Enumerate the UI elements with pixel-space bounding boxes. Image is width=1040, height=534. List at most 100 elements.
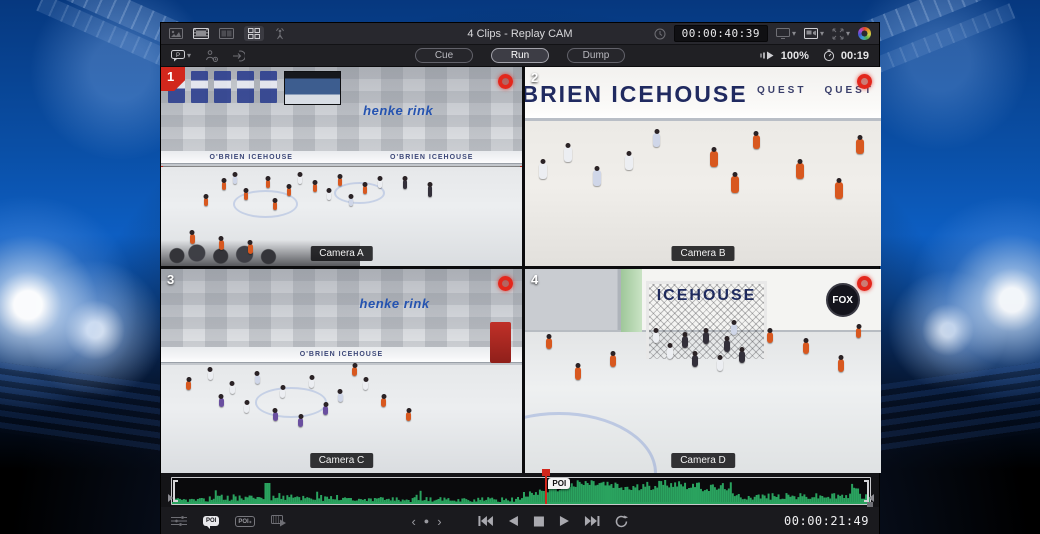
play-reverse-button[interactable]: [508, 515, 520, 527]
titlebar-right: 00:00:40:39 ▾ ▾ ▾: [654, 25, 871, 42]
jog-back-icon[interactable]: ‹: [411, 515, 415, 528]
player-marker: [403, 180, 407, 189]
poi-flag-label: POI: [548, 478, 570, 489]
camera-view-3[interactable]: henke rink O'BRIEN ICEHOUSE 3 Camera C: [161, 269, 522, 473]
record-indicator: [498, 276, 513, 291]
player-marker: [710, 151, 718, 167]
clip-timecode: 00:00:21:49: [784, 514, 869, 528]
jog-dot-icon[interactable]: ●: [424, 516, 429, 526]
filmstrip-icon[interactable]: [193, 28, 209, 39]
jog-control[interactable]: ‹ ● ›: [411, 515, 441, 528]
cue-button[interactable]: Cue: [415, 48, 473, 63]
transport-left-icons: POI POI₊: [171, 515, 288, 527]
skip-start-button[interactable]: [478, 515, 494, 527]
player-marker: [682, 336, 688, 348]
broadcast-icon[interactable]: [274, 28, 286, 40]
player-marker: [753, 135, 760, 149]
poi-menu-icon[interactable]: P▾: [171, 50, 191, 62]
player-marker: [575, 367, 581, 380]
media-pool-icon[interactable]: [169, 28, 183, 39]
speed-icon: [760, 50, 775, 61]
player-marker: [233, 176, 237, 184]
loop-button[interactable]: [615, 515, 629, 528]
camera-view-2[interactable]: BRIEN ICEHOUSE QUEST QUEST 2 Camera B: [525, 67, 881, 266]
players-layer: [161, 269, 522, 473]
player-marker: [313, 184, 317, 192]
players-layer: [525, 269, 881, 473]
stop-button[interactable]: [534, 516, 545, 527]
player-marker: [287, 188, 291, 196]
export-icon[interactable]: [232, 50, 245, 62]
audio-waveform: [172, 478, 870, 504]
play-button[interactable]: [559, 515, 571, 527]
countdown-timer[interactable]: 00:19: [841, 50, 869, 62]
player-marker: [856, 328, 861, 338]
player-marker: [703, 332, 709, 344]
jog-forward-icon[interactable]: ›: [437, 515, 441, 528]
player-marker: [349, 198, 353, 206]
color-wheel-icon[interactable]: [858, 27, 871, 40]
camera-view-1[interactable]: henke rink O'BRIEN ICEHOUSE O'BRIEN ICEH…: [161, 67, 522, 266]
player-marker: [564, 147, 572, 162]
automation-icon[interactable]: [171, 515, 187, 527]
camera-label: Camera B: [671, 246, 734, 261]
camera-label: Camera D: [671, 453, 735, 468]
player-marker: [653, 332, 659, 343]
player-marker: [803, 342, 809, 354]
clip-icon[interactable]: [219, 28, 234, 39]
transform-icon[interactable]: ▾: [832, 28, 850, 40]
player-marker: [731, 324, 737, 335]
replay-toolbar: P▾ Cue Run Dump 100%: [161, 45, 879, 67]
desktop-background: 4 Clips - Replay CAM 00:00:40:39 ▾ ▾ ▾: [0, 0, 1040, 534]
user-sync-icon[interactable]: [205, 50, 218, 62]
player-marker: [222, 182, 226, 190]
toolbar-left-icons: P▾: [171, 50, 245, 62]
arena-seats: [0, 362, 170, 456]
timeline-in-handle[interactable]: [173, 480, 178, 502]
player-marker: [208, 371, 213, 380]
player-marker: [244, 192, 248, 200]
clip-play-icon[interactable]: [271, 515, 288, 527]
record-indicator: [857, 276, 872, 291]
multiview-grid: henke rink O'BRIEN ICEHOUSE O'BRIEN ICEH…: [161, 67, 879, 473]
poi-playhead[interactable]: POI: [545, 475, 547, 504]
player-marker: [230, 385, 235, 394]
player-marker: [381, 398, 386, 407]
player-marker: [363, 186, 367, 194]
speed-value[interactable]: 100%: [781, 50, 809, 62]
poi-marker-head[interactable]: [542, 469, 550, 476]
player-marker: [338, 178, 342, 186]
multiview-grid-icon[interactable]: [244, 26, 264, 41]
player-marker: [273, 412, 278, 421]
player-marker: [731, 176, 739, 193]
clock-icon[interactable]: [654, 28, 666, 40]
player-marker: [692, 355, 698, 367]
poi-add-icon[interactable]: POI₊: [235, 516, 255, 527]
player-marker: [546, 338, 552, 349]
camera-view-4[interactable]: ICEHOUSE FOX 4 Camera D: [525, 269, 881, 473]
player-marker: [298, 418, 303, 427]
audio-timeline[interactable]: POI: [171, 477, 871, 505]
toolbar-right: 100% 00:19: [760, 49, 869, 62]
player-marker: [625, 155, 633, 170]
player-marker: [610, 355, 616, 367]
poi-icon[interactable]: POI: [203, 516, 219, 526]
player-marker: [406, 412, 411, 421]
monitor-icon[interactable]: ▾: [776, 28, 796, 39]
dump-button[interactable]: Dump: [567, 48, 625, 63]
player-marker: [667, 347, 673, 359]
camera-number: 4: [531, 272, 538, 287]
master-timecode[interactable]: 00:00:40:39: [674, 25, 768, 42]
replay-app-window: 4 Clips - Replay CAM 00:00:40:39 ▾ ▾ ▾: [160, 22, 880, 534]
camera-number: 2: [531, 70, 538, 85]
player-marker: [204, 198, 208, 206]
player-marker: [739, 351, 745, 363]
multicam-icon[interactable]: ▾: [804, 28, 824, 39]
skip-end-button[interactable]: [585, 515, 601, 527]
player-marker: [309, 379, 314, 388]
stopwatch-icon: [823, 49, 835, 62]
timeline-out-handle[interactable]: [864, 480, 869, 502]
run-button[interactable]: Run: [491, 48, 549, 63]
player-marker: [327, 192, 331, 200]
player-marker: [266, 180, 270, 188]
